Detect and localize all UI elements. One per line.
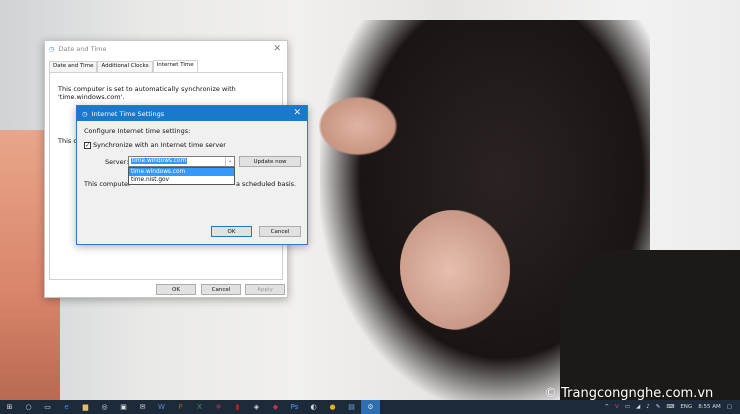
chevron-up-icon[interactable]: ^ xyxy=(604,404,609,410)
title-bar: ◷ Internet Time Settings ✕ xyxy=(77,106,307,121)
taskbar: ⊞ ○ ▭ e ▆ ◎ ▣ ✉ W P X ✱ ▮ ◈ ◆ Ps ◐ ● ▤ ⚙… xyxy=(0,400,740,414)
network-icon[interactable]: ◢ xyxy=(636,404,640,410)
chevron-down-icon[interactable]: ⌄ xyxy=(225,157,234,166)
windows-start-icon[interactable]: ⊞ xyxy=(0,400,19,414)
media-icon[interactable]: ◎ xyxy=(95,400,114,414)
photo-face xyxy=(400,210,510,330)
chrome-icon[interactable]: ● xyxy=(323,400,342,414)
sync-text: This computer is set to automatically sy… xyxy=(58,85,236,93)
mail-icon[interactable]: ✉ xyxy=(133,400,152,414)
ok-button[interactable]: OK xyxy=(211,226,252,237)
heading: Configure Internet time settings: xyxy=(84,127,191,135)
clock[interactable]: 8:55 AM xyxy=(698,404,721,410)
app-icon[interactable]: ✱ xyxy=(209,400,228,414)
sync-status: This computer is set to automatically sy… xyxy=(58,85,236,101)
dialog-title: Date and Time xyxy=(58,45,107,53)
cancel-button[interactable]: Cancel xyxy=(259,226,301,237)
clock-icon: ◷ xyxy=(49,45,55,53)
ok-button[interactable]: OK xyxy=(156,284,196,295)
system-tray: ^ V ▭ ◢ ♪ ✎ ⌨ ENG 8:55 AM ▢ xyxy=(604,400,740,414)
tab-additional-clocks[interactable]: Additional Clocks xyxy=(97,61,153,72)
photo-hand xyxy=(318,96,398,156)
apply-button[interactable]: Apply xyxy=(245,284,285,295)
pen-icon[interactable]: ✎ xyxy=(656,404,661,410)
file-explorer-icon[interactable]: ▆ xyxy=(76,400,95,414)
app-icon[interactable]: ◈ xyxy=(247,400,266,414)
cortana-icon[interactable]: ○ xyxy=(19,400,38,414)
checkbox-checked-icon[interactable]: ✓ xyxy=(84,141,91,149)
store-icon[interactable]: ▣ xyxy=(114,400,133,414)
watermark: © Trangcongnghe.com.vn xyxy=(544,386,714,401)
language-indicator[interactable]: ENG xyxy=(680,404,692,410)
server-label: Server: xyxy=(105,158,129,166)
volume-icon[interactable]: ♪ xyxy=(646,404,650,410)
info-text-end: a scheduled basis. xyxy=(236,180,297,188)
server-option[interactable]: time.nist.gov xyxy=(129,176,234,184)
app-tray-icon[interactable]: V xyxy=(615,404,619,410)
photo-shoulder xyxy=(560,250,740,400)
server-input[interactable]: time.windows.com xyxy=(131,158,188,164)
close-icon[interactable]: ✕ xyxy=(273,44,281,54)
dialog-title: Internet Time Settings xyxy=(91,109,165,118)
cancel-button[interactable]: Cancel xyxy=(201,284,241,295)
sync-server-text: 'time.windows.com'. xyxy=(58,93,125,101)
battery-icon[interactable]: ▭ xyxy=(625,404,630,410)
internet-time-settings-dialog: ◷ Internet Time Settings ✕ Configure Int… xyxy=(76,105,308,245)
task-view-icon[interactable]: ▭ xyxy=(38,400,57,414)
clock-icon: ◷ xyxy=(82,109,88,118)
server-combobox[interactable]: time.windows.com ⌄ xyxy=(128,156,235,167)
app-icon[interactable]: ▤ xyxy=(342,400,361,414)
app-icon[interactable]: ◐ xyxy=(304,400,323,414)
powerpoint-icon[interactable]: P xyxy=(171,400,190,414)
keyboard-icon[interactable]: ⌨ xyxy=(666,404,674,410)
notifications-icon[interactable]: ▢ xyxy=(727,404,732,410)
excel-icon[interactable]: X xyxy=(190,400,209,414)
edge-icon[interactable]: e xyxy=(57,400,76,414)
sync-checkbox-row[interactable]: ✓ Synchronize with an Internet time serv… xyxy=(84,141,226,149)
app-icon[interactable]: ◆ xyxy=(266,400,285,414)
server-dropdown-list: time.windows.com time.nist.gov xyxy=(128,167,235,185)
update-now-button[interactable]: Update now xyxy=(239,156,301,167)
info-text: This computer xyxy=(84,180,131,188)
tab-date-and-time[interactable]: Date and Time xyxy=(49,61,98,72)
word-icon[interactable]: W xyxy=(152,400,171,414)
server-option[interactable]: time.windows.com xyxy=(129,168,234,176)
title-bar: ◷ Date and Time ✕ xyxy=(45,41,287,57)
settings-icon[interactable]: ⚙ xyxy=(361,400,380,414)
tab-internet-time[interactable]: Internet Time xyxy=(152,60,198,72)
sync-checkbox-label: Synchronize with an Internet time server xyxy=(93,141,226,149)
photoshop-icon[interactable]: Ps xyxy=(285,400,304,414)
close-icon[interactable]: ✕ xyxy=(293,108,301,118)
app-icon[interactable]: ▮ xyxy=(228,400,247,414)
